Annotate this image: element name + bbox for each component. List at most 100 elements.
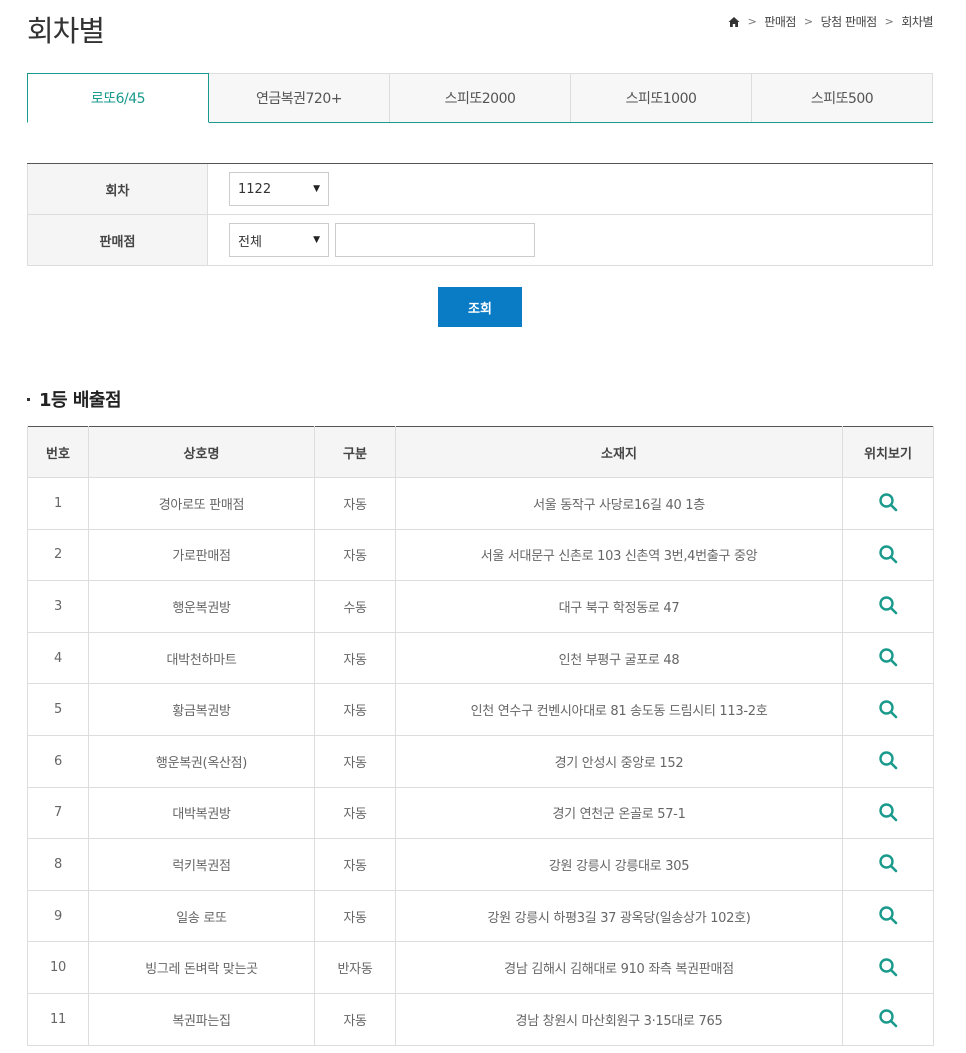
col-header-type: 구분 <box>314 426 396 478</box>
cell-type: 자동 <box>314 786 396 840</box>
table-row: 8 럭키복권점 자동 강원 강릉시 강릉대로 305 <box>27 838 934 891</box>
cell-map <box>842 580 934 633</box>
cell-address: 경남 김해시 김해대로 910 좌측 복권판매점 <box>395 941 843 994</box>
search-icon[interactable] <box>876 955 900 979</box>
table-row: 5 황금복권방 자동 인천 연수구 컨벤시아대로 81 송도동 드림시티 113-2호 <box>27 683 934 736</box>
cell-map <box>842 992 934 1046</box>
cell-type: 자동 <box>314 992 396 1046</box>
cell-store-name: 일송 로또 <box>88 889 315 943</box>
chevron-right-icon: > <box>884 15 894 28</box>
search-icon[interactable] <box>876 490 900 514</box>
cell-no: 1 <box>27 477 89 530</box>
cell-store-name: 가로판매점 <box>88 528 315 582</box>
chevron-right-icon: > <box>747 15 757 28</box>
store-filter-select[interactable]: 전체 ▼ <box>229 223 329 257</box>
search-icon[interactable] <box>876 1006 900 1030</box>
cell-store-name: 럭키복권점 <box>88 838 315 891</box>
cell-no: 2 <box>27 528 89 582</box>
breadcrumb-item-current: 회차별 <box>901 15 933 29</box>
tab-pension720[interactable]: 연금복권720+ <box>208 73 390 122</box>
breadcrumb-item[interactable]: 판매점 <box>764 13 796 30</box>
search-icon[interactable] <box>876 542 900 566</box>
cell-no: 4 <box>27 631 89 685</box>
cell-no: 6 <box>27 734 89 788</box>
round-label: 회차 <box>27 164 208 214</box>
cell-store-name: 대박복권방 <box>88 786 315 840</box>
cell-map <box>842 941 934 994</box>
cell-store-name: 빙그레 돈벼락 맞는곳 <box>88 941 315 994</box>
table-row: 9 일송 로또 자동 강원 강릉시 하평3길 37 광옥당(일송상가 102호) <box>27 889 934 943</box>
cell-type: 자동 <box>314 477 396 530</box>
cell-type: 자동 <box>314 683 396 736</box>
dropdown-arrow-icon: ▼ <box>313 184 320 194</box>
cell-type: 자동 <box>314 631 396 685</box>
cell-type: 자동 <box>314 528 396 582</box>
round-select[interactable]: 1122 ▼ <box>229 172 329 206</box>
chevron-right-icon: > <box>803 15 813 28</box>
table-row: 2 가로판매점 자동 서울 서대문구 신촌로 103 신촌역 3번,4번출구 중앙 <box>27 528 934 582</box>
cell-store-name: 대박천하마트 <box>88 631 315 685</box>
cell-no: 7 <box>27 786 89 840</box>
col-header-map: 위치보기 <box>842 426 934 478</box>
cell-map <box>842 734 934 788</box>
col-header-address: 소재지 <box>395 426 843 478</box>
store-label: 판매점 <box>27 215 208 265</box>
cell-store-name: 경아로또 판매점 <box>88 477 315 530</box>
cell-address: 서울 서대문구 신촌로 103 신촌역 3번,4번출구 중앙 <box>395 528 843 582</box>
search-icon[interactable] <box>876 903 900 927</box>
home-icon[interactable] <box>728 16 740 28</box>
table-row: 3 행운복권방 수동 대구 북구 학정동로 47 <box>27 580 934 633</box>
cell-no: 11 <box>27 992 89 1046</box>
cell-store-name: 행운복권(옥산점) <box>88 734 315 788</box>
breadcrumb: > 판매점 > 당첨 판매점 > 회차별 <box>728 13 933 30</box>
winning-stores-table: 번호 상호명 구분 소재지 위치보기 1 경아로또 판매점 자동 서울 동작구 사당로… <box>27 426 934 1046</box>
round-row: 회차 1122 ▼ <box>27 164 933 215</box>
lottery-tabs: 로또6/45 연금복권720+ 스피또2000 스피또1000 스피또500 <box>27 73 933 123</box>
col-header-no: 번호 <box>27 426 89 478</box>
store-filter-value: 전체 <box>238 234 262 250</box>
cell-map <box>842 477 934 530</box>
search-icon[interactable] <box>876 593 900 617</box>
table-row: 11 복권파는집 자동 경남 창원시 마산회원구 3·15대로 765 <box>27 992 934 1046</box>
cell-type: 자동 <box>314 838 396 891</box>
search-button[interactable]: 조회 <box>438 287 522 327</box>
table-row: 6 행운복권(옥산점) 자동 경기 안성시 중앙로 152 <box>27 734 934 788</box>
page-title: 회차별 <box>27 14 105 48</box>
cell-address: 강원 강릉시 하평3길 37 광옥당(일송상가 102호) <box>395 889 843 943</box>
store-name-input[interactable] <box>335 223 535 257</box>
search-icon[interactable] <box>876 800 900 824</box>
cell-no: 5 <box>27 683 89 736</box>
search-icon[interactable] <box>876 645 900 669</box>
tab-speetto1000[interactable]: 스피또1000 <box>570 73 752 122</box>
cell-store-name: 행운복권방 <box>88 580 315 633</box>
bullet-icon <box>27 397 30 401</box>
section-title: 1등 배출점 <box>27 386 122 412</box>
cell-type: 자동 <box>314 734 396 788</box>
cell-map <box>842 889 934 943</box>
tab-speetto500[interactable]: 스피또500 <box>751 73 933 122</box>
table-row: 7 대박복권방 자동 경기 연천군 온골로 57-1 <box>27 786 934 840</box>
section-title-text: 1등 배출점 <box>39 390 122 411</box>
search-icon[interactable] <box>876 748 900 772</box>
breadcrumb-item[interactable]: 당첨 판매점 <box>821 13 878 30</box>
tab-lotto645[interactable]: 로또6/45 <box>27 73 209 123</box>
cell-map <box>842 631 934 685</box>
cell-address: 경기 안성시 중앙로 152 <box>395 734 843 788</box>
cell-map <box>842 683 934 736</box>
cell-map <box>842 786 934 840</box>
cell-type: 반자동 <box>314 941 396 994</box>
cell-address: 인천 부평구 굴포로 48 <box>395 631 843 685</box>
cell-type: 수동 <box>314 580 396 633</box>
cell-address: 강원 강릉시 강릉대로 305 <box>395 838 843 891</box>
search-icon[interactable] <box>876 851 900 875</box>
cell-map <box>842 838 934 891</box>
cell-store-name: 복권파는집 <box>88 992 315 1046</box>
cell-address: 서울 동작구 사당로16길 40 1층 <box>395 477 843 530</box>
search-icon[interactable] <box>876 697 900 721</box>
dropdown-arrow-icon: ▼ <box>313 235 320 245</box>
col-header-name: 상호명 <box>88 426 315 478</box>
store-row: 판매점 전체 ▼ <box>27 215 933 266</box>
cell-address: 경남 창원시 마산회원구 3·15대로 765 <box>395 992 843 1046</box>
tab-speetto2000[interactable]: 스피또2000 <box>389 73 571 122</box>
table-row: 10 빙그레 돈벼락 맞는곳 반자동 경남 김해시 김해대로 910 좌측 복권판매점 <box>27 941 934 994</box>
